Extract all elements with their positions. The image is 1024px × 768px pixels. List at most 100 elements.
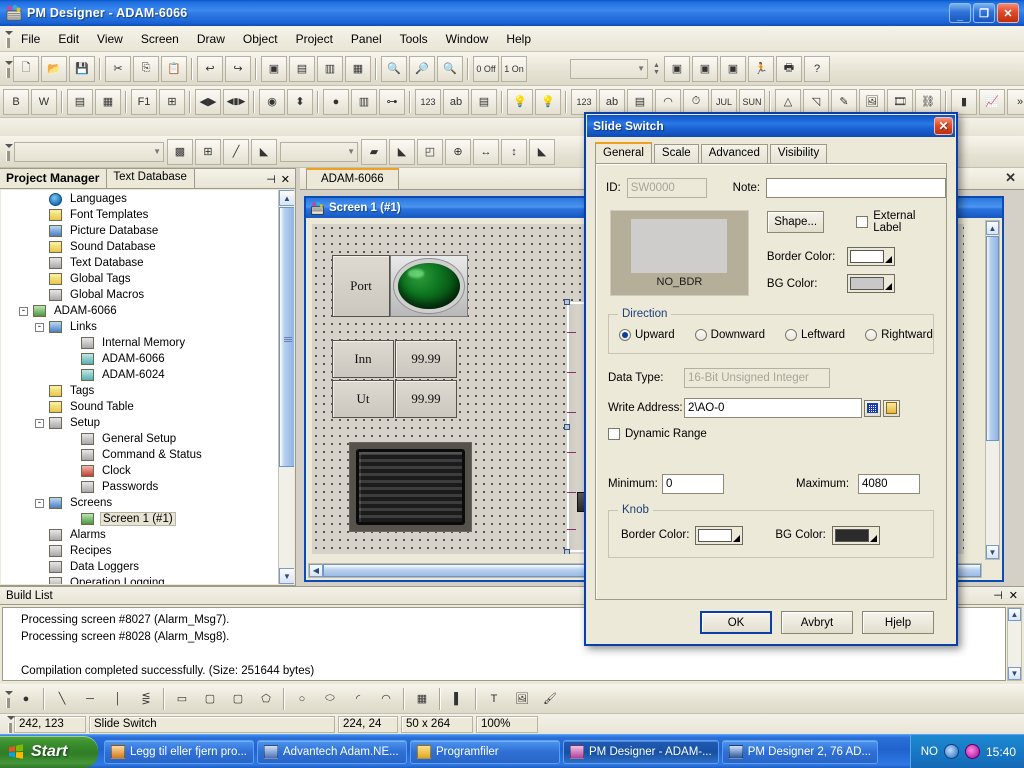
on-off-lamp-icon[interactable]: ● [323, 88, 349, 115]
bit-button-icon[interactable]: B [3, 88, 29, 115]
scroll-thumb[interactable] [279, 207, 294, 467]
tree-expander-icon[interactable]: - [35, 498, 44, 508]
menu-project[interactable]: Project [287, 28, 342, 50]
rounded-rect-tool-icon[interactable]: ▢ [197, 686, 223, 712]
antivirus-icon[interactable] [964, 744, 980, 759]
knob-border-color-picker[interactable] [695, 525, 744, 545]
pin-icon[interactable]: ⊣ [266, 173, 276, 186]
menu-screen[interactable]: Screen [132, 28, 188, 50]
tab-scale[interactable]: Scale [653, 144, 699, 164]
dialog-close-button[interactable]: ✕ [934, 117, 953, 135]
close-icon[interactable]: ✕ [281, 173, 290, 186]
tray-language-indicator[interactable]: NO [921, 746, 938, 758]
run-simulation-icon[interactable]: 🏃 [748, 55, 774, 82]
project-tree[interactable]: Languages Font Templates Picture Database S… [1, 190, 278, 584]
shape-button[interactable]: Shape... [766, 211, 825, 233]
radio-upward[interactable] [619, 329, 631, 341]
ascii-entry-icon[interactable]: ab [443, 88, 469, 115]
radio-rightward[interactable] [865, 329, 878, 341]
word-button-icon[interactable]: W [31, 88, 57, 115]
polygon-tool-icon[interactable]: ⬠ [253, 686, 279, 712]
tree-item-passwords[interactable]: Passwords [1, 479, 278, 495]
point-tool-icon[interactable]: ● [13, 686, 39, 712]
tree-item-font-templates[interactable]: Font Templates [1, 207, 278, 223]
tree-item-picture-database[interactable]: Picture Database [1, 223, 278, 239]
message-display-icon[interactable]: ▤ [627, 88, 653, 115]
picture-icon[interactable]: 🖼 [859, 88, 885, 115]
align-center-icon[interactable]: ⊕ [445, 138, 471, 165]
function-key-icon[interactable]: F1 [131, 88, 157, 115]
tree-item-screen-1-1[interactable]: Screen 1 (#1) [1, 511, 278, 527]
tree-item-languages[interactable]: Languages [1, 191, 278, 207]
screen-button-icon[interactable]: ▤ [67, 88, 93, 115]
cut-icon[interactable]: ✂ [105, 55, 131, 82]
fill-color-icon[interactable]: ◣ [389, 138, 415, 165]
build-list-scrollbar[interactable]: ▲ ▼ [1007, 607, 1022, 681]
canvas-vertical-scrollbar[interactable]: ▲ ▼ [985, 220, 1000, 560]
print-icon[interactable]: 🖶 [776, 55, 802, 82]
meter-icon[interactable]: ◠ [655, 88, 681, 115]
calendar-icon[interactable]: ▦ [95, 88, 121, 115]
font-size-combo[interactable]: ▼ [280, 141, 358, 162]
compile-icon[interactable]: ▣ [664, 55, 690, 82]
fill-style-icon[interactable]: ▰ [361, 138, 387, 165]
text-tool-icon[interactable]: T [481, 686, 507, 712]
copy-icon[interactable]: ⎘ [133, 55, 159, 82]
menu-file[interactable]: File [12, 28, 49, 50]
ok-button[interactable]: OK [700, 611, 772, 634]
scroll-up-arrow-canvas[interactable]: ▲ [986, 221, 999, 235]
tree-expander-icon[interactable]: - [19, 306, 28, 316]
tree-item-links[interactable]: - Links [1, 319, 278, 335]
tree-item-sound-table[interactable]: Sound Table [1, 399, 278, 415]
line-tool-icon[interactable]: ╲ [49, 686, 75, 712]
bg-color-picker[interactable] [846, 274, 895, 293]
toolbar-overflow-icon[interactable]: » [1007, 88, 1024, 115]
rectangle-tool-icon[interactable]: ▭ [169, 686, 195, 712]
link-object-icon[interactable]: ⛓ [915, 88, 941, 115]
minimum-field[interactable]: 0 [662, 474, 724, 494]
border-color-picker[interactable] [846, 247, 895, 266]
object-label-ut[interactable]: Ut [332, 380, 394, 418]
day-display-icon[interactable]: SUN [739, 88, 765, 115]
menu-object[interactable]: Object [234, 28, 287, 50]
edit-project-icon[interactable]: ▣ [720, 55, 746, 82]
draw-toolbar-gripper[interactable] [2, 688, 13, 710]
align-horizontal-icon[interactable]: ↔ [473, 138, 499, 165]
object-label-inn[interactable]: Inn [332, 340, 394, 378]
tree-item-adam-6066[interactable]: ADAM-6066 [1, 351, 278, 367]
ellipse-tool-icon[interactable]: ⬭ [317, 686, 343, 712]
new-screen-icon[interactable]: ▣ [261, 55, 287, 82]
magic-wand-icon[interactable]: ✎ [831, 88, 857, 115]
object-value-ut[interactable]: 99.99 [395, 380, 457, 418]
compass-tool-icon[interactable]: △ [775, 88, 801, 115]
fill-pattern-icon[interactable]: ▩ [167, 138, 193, 165]
scroll-up-arrow[interactable]: ▲ [279, 190, 294, 206]
tree-item-global-macros[interactable]: Global Macros [1, 287, 278, 303]
taskbar-item-pm-designer-2-76-ad[interactable]: PM Designer 2, 76 AD... [721, 739, 879, 764]
clock-display-icon[interactable]: ⏱ [683, 88, 709, 115]
object-label-port[interactable]: Port [332, 255, 390, 317]
tab-general[interactable]: General [595, 142, 652, 164]
updown-icon[interactable]: ⬍ [287, 88, 313, 115]
tree-item-global-tags[interactable]: Global Tags [1, 271, 278, 287]
line-style-icon[interactable]: ╱ [223, 138, 249, 165]
menu-view[interactable]: View [88, 28, 132, 50]
radio-downward[interactable] [694, 329, 707, 341]
open-screen-icon[interactable]: ▥ [317, 55, 343, 82]
undo-icon[interactable]: ↩ [197, 55, 223, 82]
menu-help[interactable]: Help [497, 28, 540, 50]
screen-spinner[interactable]: ▲ ▼ [650, 59, 663, 79]
build-pin-icon[interactable]: ⊣ [993, 589, 1003, 602]
paste-icon[interactable]: 📋 [161, 55, 187, 82]
bring-to-front-icon[interactable]: ◰ [417, 138, 443, 165]
ascii-display-icon[interactable]: ab [599, 88, 625, 115]
build-scroll-down[interactable]: ▼ [1008, 667, 1021, 680]
menu-gripper[interactable] [2, 28, 13, 50]
vscroll-thumb[interactable] [986, 236, 999, 441]
redo-icon[interactable]: ↪ [225, 55, 251, 82]
tree-expander-icon[interactable]: - [35, 418, 44, 428]
tree-item-text-database[interactable]: Text Database [1, 255, 278, 271]
font-family-combo[interactable]: ▼ [14, 141, 164, 162]
help-icon[interactable]: ? [804, 55, 830, 82]
tree-item-setup[interactable]: - Setup [1, 415, 278, 431]
